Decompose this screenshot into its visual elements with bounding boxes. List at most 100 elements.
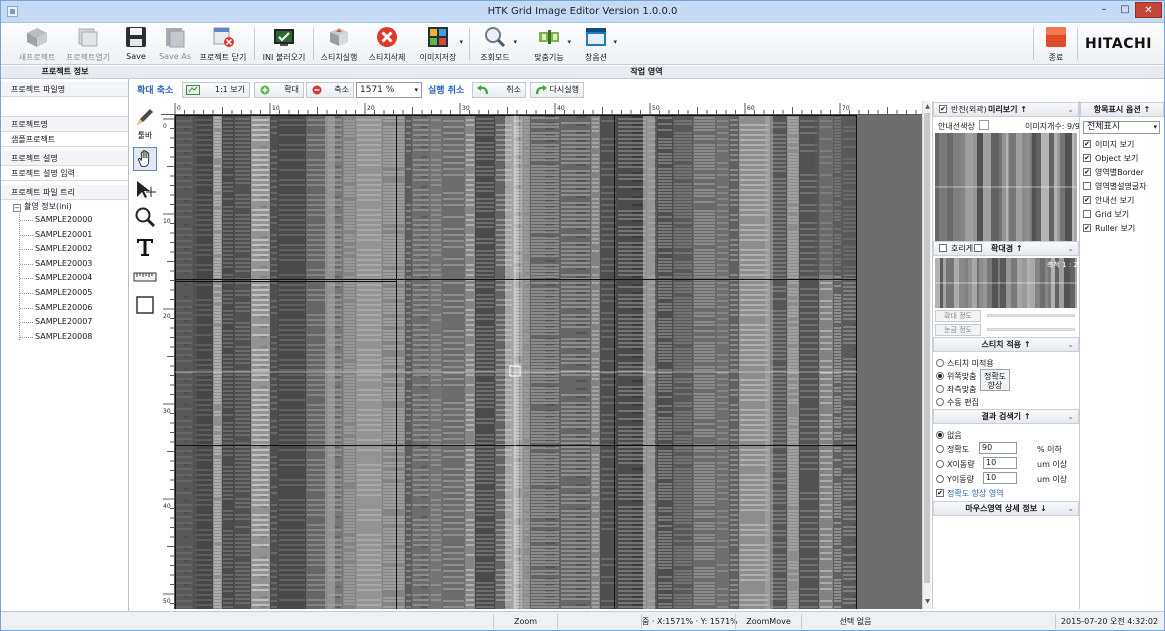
close-project-button[interactable]: 프로젝트 닫기 xyxy=(197,24,249,64)
scroll-down-icon[interactable]: ▼ xyxy=(923,598,932,605)
display-options-header[interactable]: 항목표시 옵션 ↑ xyxy=(1080,102,1164,117)
maximize-button[interactable]: □ xyxy=(1115,2,1135,18)
display-option-checkbox[interactable] xyxy=(1083,182,1091,190)
toolbar-separator xyxy=(1077,28,1078,60)
preview-header[interactable]: ✔ 반전(외곽) 미리보기 ↑ ⌄ xyxy=(933,102,1079,117)
image-grid-icon xyxy=(428,27,448,47)
open-folder-icon xyxy=(78,28,98,47)
result-y-radio[interactable] xyxy=(936,475,944,483)
accuracy-input[interactable]: 90 xyxy=(979,442,1017,454)
save-image-button[interactable]: 이미지저장 ▾ xyxy=(415,24,463,64)
fit-dropdown-icon[interactable]: ▾ xyxy=(567,38,571,46)
tree-item[interactable]: SAMPLE20007 xyxy=(35,317,92,326)
exit-button[interactable]: 종료 xyxy=(1039,24,1073,64)
display-option-checkbox[interactable]: ✔ xyxy=(1083,154,1091,162)
project-name-field[interactable]: 샘플프로젝트 xyxy=(1,132,128,147)
image-canvas[interactable] xyxy=(175,115,922,609)
view-mode-button[interactable]: 조회모드 ▾ xyxy=(475,24,517,64)
view-1to1-icon xyxy=(186,85,200,95)
zoom-strength-button[interactable]: 확대 정도 xyxy=(935,310,981,322)
pen-tool-icon[interactable] xyxy=(133,105,157,129)
minimize-button[interactable]: – xyxy=(1094,2,1114,18)
open-project-button[interactable]: 프로젝트열기 xyxy=(63,24,113,64)
display-option-checkbox[interactable] xyxy=(1083,210,1091,218)
tree-item[interactable]: SAMPLE20000 xyxy=(35,215,92,224)
undo-button[interactable]: 취소 xyxy=(472,82,526,98)
load-ini-button[interactable]: INI 불러오기 xyxy=(259,24,309,64)
load-ini-icon xyxy=(274,29,294,46)
x-shift-input[interactable]: 10 xyxy=(983,457,1017,469)
delete-stitch-button[interactable]: 스티치삭제 xyxy=(365,24,409,64)
stitch-none-radio[interactable] xyxy=(936,359,944,367)
project-desc-field[interactable]: 프로젝트 설명 입력 xyxy=(1,166,128,181)
result-none-radio[interactable] xyxy=(936,431,944,439)
result-search-header[interactable]: 결과 검색기 ↑ ⌄ xyxy=(933,409,1079,424)
zoom-reduce-link[interactable]: 확대 축소 xyxy=(137,83,173,96)
magnifier-header[interactable]: 호리게 확대경 ↑ ⌄ xyxy=(933,241,1079,256)
chevron-down-icon: ▾ xyxy=(1153,123,1157,131)
display-option-checkbox[interactable]: ✔ xyxy=(1083,196,1091,204)
redo-button[interactable]: 다시실행 xyxy=(530,82,584,98)
ruler-top-label: 30 xyxy=(462,105,470,112)
undo-link[interactable]: 실행 취소 xyxy=(428,83,464,96)
vertical-scrollbar[interactable]: ▲ ▼ xyxy=(922,101,931,609)
display-options-panel: 항목표시 옵션 ↑ 전체표시 ▾ ✔ 이미지 보기 ✔ Object 보기 ✔ 영역별Bo… xyxy=(1079,101,1164,609)
rectangle-tool-icon[interactable] xyxy=(133,293,157,317)
result-accuracy-radio[interactable] xyxy=(936,445,944,453)
stitch-manual-radio[interactable] xyxy=(936,398,944,406)
display-mode-combo[interactable]: 전체표시 ▾ xyxy=(1083,121,1160,134)
tree-item[interactable]: SAMPLE20006 xyxy=(35,303,92,312)
tree-item[interactable]: SAMPLE20004 xyxy=(35,273,92,282)
magnifier-checkbox[interactable] xyxy=(974,244,982,252)
invert-checkbox[interactable]: ✔ xyxy=(939,105,947,113)
fit-button[interactable]: 맞춤기능 ▾ xyxy=(529,24,571,64)
save-button[interactable]: Save xyxy=(119,24,153,64)
stitch-header[interactable]: 스티치 적용 ↑ ⌄ xyxy=(933,337,1079,352)
text-tool-icon[interactable] xyxy=(133,235,157,259)
blur-strength-slider[interactable] xyxy=(987,328,1075,331)
zoom-in-button[interactable]: 확대 xyxy=(254,82,304,98)
tree-item[interactable]: SAMPLE20001 xyxy=(35,230,92,239)
status-selection: 선택 없음 xyxy=(801,614,909,629)
zoom-tool-icon[interactable] xyxy=(133,205,157,229)
move-arrow-icon[interactable] xyxy=(133,178,157,202)
view-mode-dropdown-icon[interactable]: ▾ xyxy=(513,38,517,46)
view-1to1-button[interactable]: 1:1 보기 xyxy=(182,82,250,98)
display-option-checkbox[interactable]: ✔ xyxy=(1083,224,1091,232)
close-window-button[interactable]: ✕ xyxy=(1135,2,1162,18)
scroll-up-icon[interactable]: ▲ xyxy=(923,103,932,110)
window-options-dropdown-icon[interactable]: ▾ xyxy=(613,38,617,46)
result-x-radio[interactable] xyxy=(936,460,944,468)
guide-color-swatch[interactable] xyxy=(979,120,989,130)
display-option-checkbox[interactable]: ✔ xyxy=(1083,168,1091,176)
zoom-level-combo[interactable]: 1571 % ▾ xyxy=(356,82,422,98)
project-file-value[interactable] xyxy=(1,97,128,117)
zoom-out-button[interactable]: 축소 xyxy=(306,82,354,98)
hand-pan-icon[interactable] xyxy=(133,147,157,171)
tree-item[interactable]: SAMPLE20003 xyxy=(35,259,92,268)
stitch-top-radio[interactable] xyxy=(936,372,944,380)
save-as-button[interactable]: Save As xyxy=(157,24,193,64)
stitch-side-radio[interactable] xyxy=(936,385,944,393)
new-project-button[interactable]: 새프로젝트 xyxy=(15,24,59,64)
smooth-checkbox[interactable] xyxy=(939,244,947,252)
display-option-checkbox[interactable]: ✔ xyxy=(1083,140,1091,148)
save-image-dropdown-icon[interactable]: ▾ xyxy=(459,38,463,46)
mouse-info-header[interactable]: 마우스영역 상세 정보 ↓ ⌄ xyxy=(933,501,1079,516)
tree-item[interactable]: SAMPLE20008 xyxy=(35,332,92,341)
tree-item[interactable]: SAMPLE20005 xyxy=(35,288,92,297)
accuracy-improve-button[interactable]: 정확도 향상 xyxy=(980,369,1010,391)
scroll-thumb[interactable] xyxy=(924,113,930,583)
y-shift-input[interactable]: 10 xyxy=(983,472,1017,484)
ruler-left-label: 10 xyxy=(163,218,171,225)
tree-root-item[interactable]: − 촬영 정보(ini) xyxy=(13,201,72,212)
stitched-image[interactable] xyxy=(175,115,922,609)
improve-area-checkbox[interactable]: ✔ xyxy=(936,489,944,497)
ruler-tool-icon[interactable] xyxy=(133,265,157,289)
zoom-strength-slider[interactable] xyxy=(987,314,1075,317)
preview-thumbnail[interactable] xyxy=(935,133,1077,241)
tree-item[interactable]: SAMPLE20002 xyxy=(35,244,92,253)
run-stitch-button[interactable]: 스티치실행 xyxy=(317,24,361,64)
window-options-button[interactable]: 창옵션 ▾ xyxy=(577,24,617,64)
blur-strength-button[interactable]: 눈금 정도 xyxy=(935,324,981,336)
